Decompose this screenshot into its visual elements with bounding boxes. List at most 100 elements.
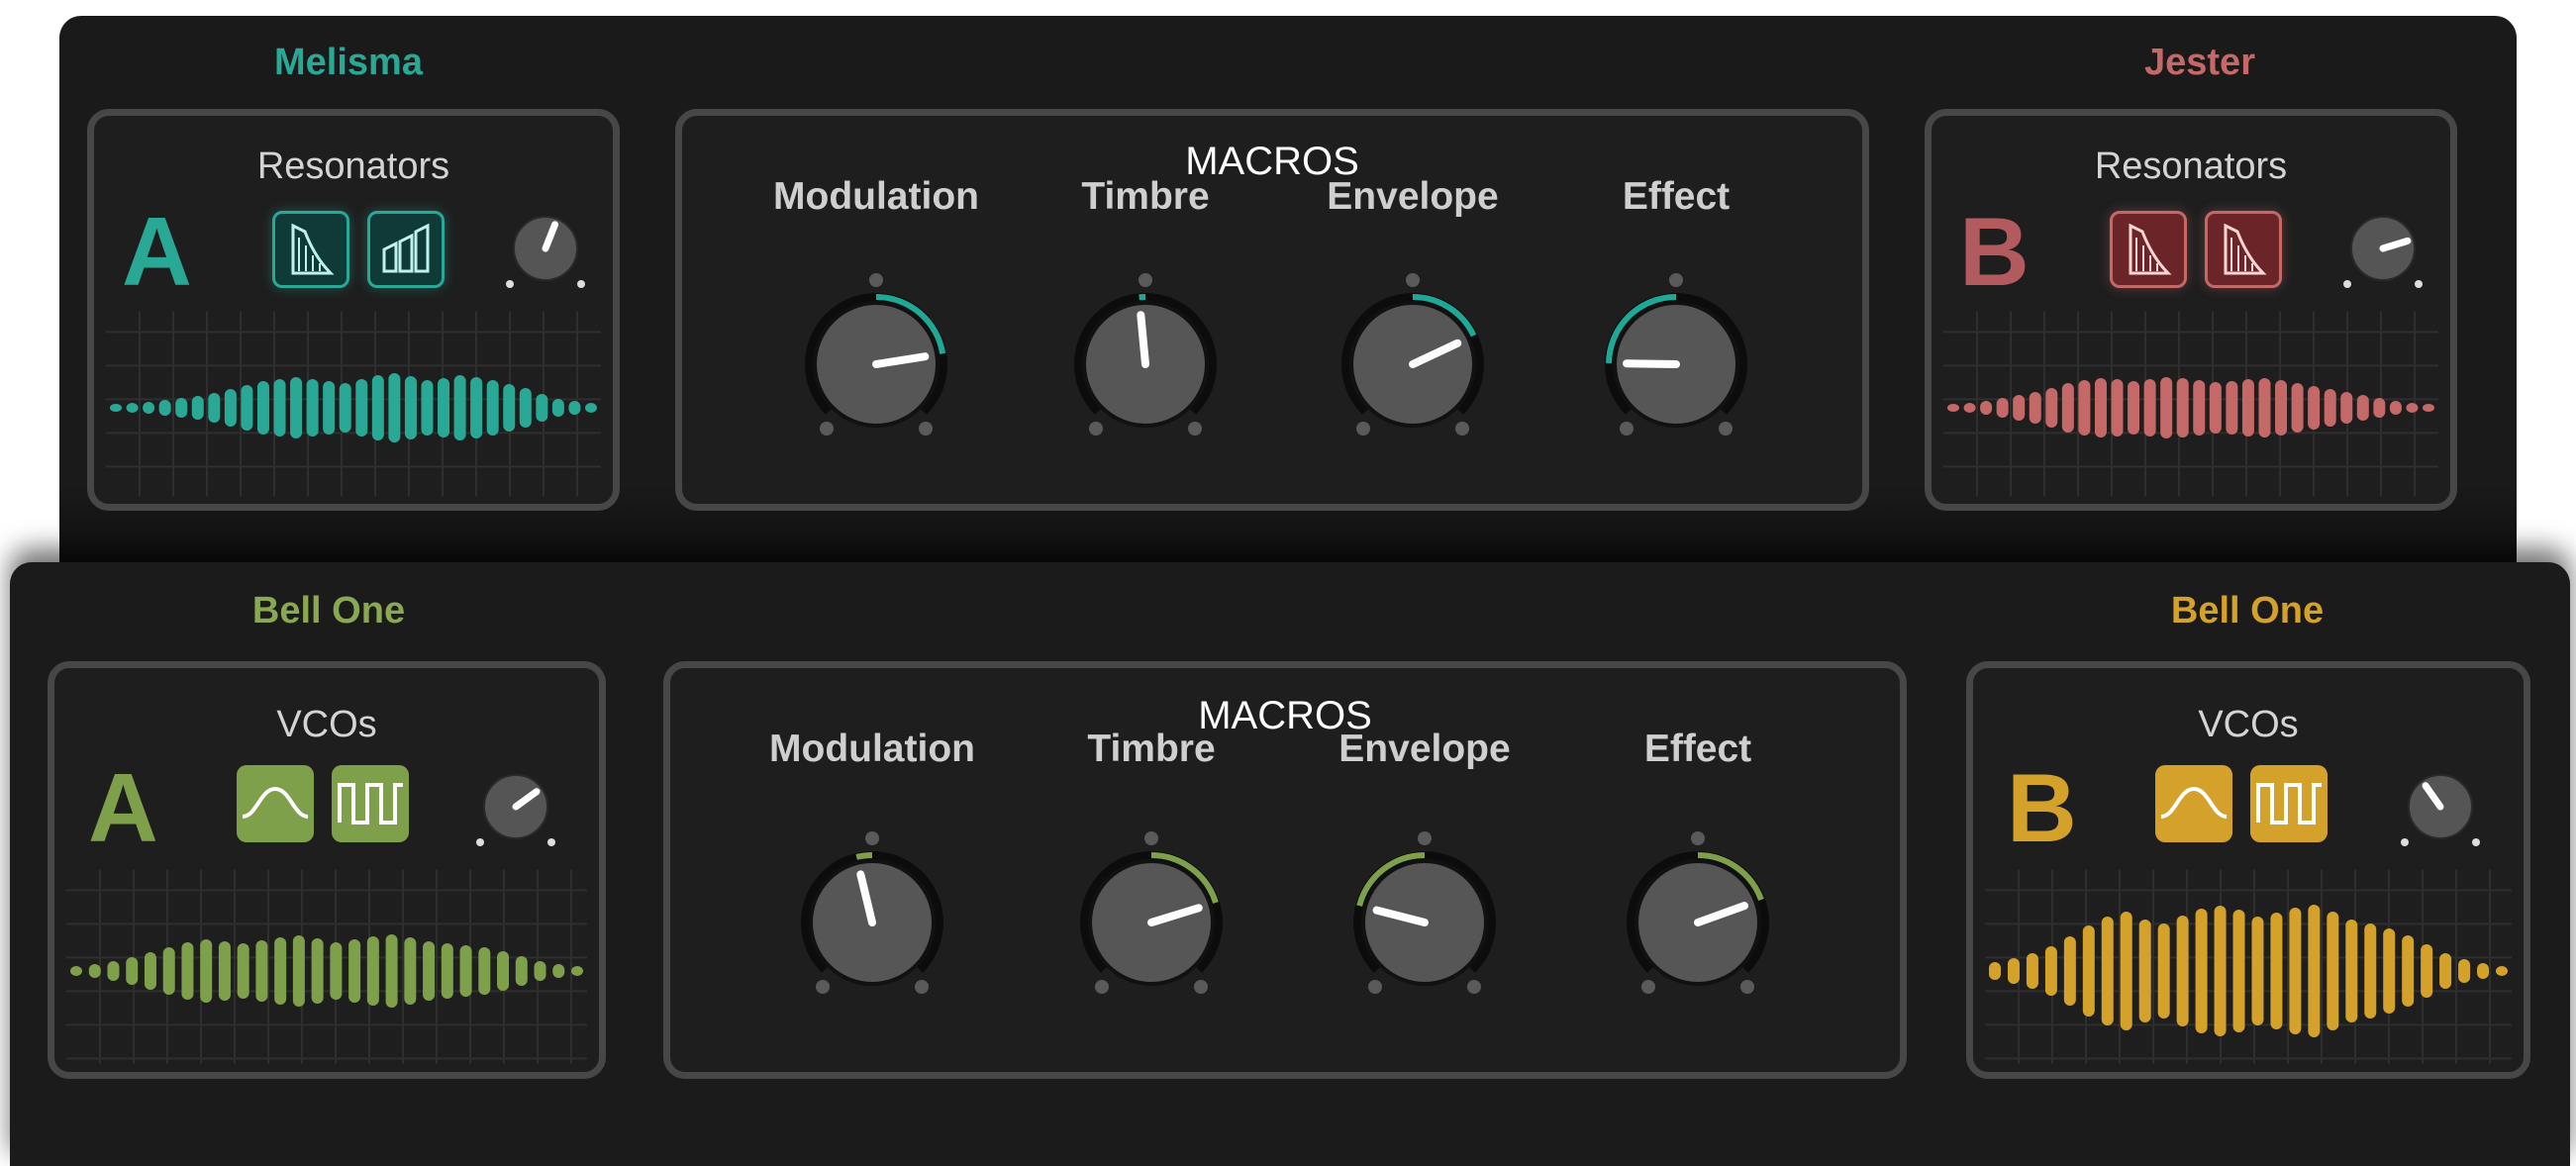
waveform-bar — [2078, 380, 2091, 436]
waveform-bar — [534, 961, 546, 981]
macro-label: Modulation — [773, 175, 979, 218]
macro-label: Envelope — [1327, 175, 1499, 218]
waveform-bar — [2406, 403, 2419, 413]
waveform-bar — [2275, 380, 2288, 436]
preset-name-b[interactable]: Bell One — [2138, 590, 2356, 632]
macro-label: Effect — [1643, 728, 1752, 770]
waveform-bar — [519, 388, 532, 428]
waveform-bar — [290, 377, 303, 438]
macro-knob-timbre[interactable] — [1061, 270, 1230, 438]
macro-label: Timbre — [1081, 175, 1210, 218]
waveform-bar — [2226, 381, 2238, 435]
preset-name-a[interactable]: Melisma — [259, 42, 438, 84]
waveform-bar — [1996, 398, 2009, 418]
macro-knob-effect[interactable] — [1614, 828, 1782, 997]
mix-knob-b[interactable] — [2343, 209, 2423, 288]
macro-knob-modulation[interactable] — [788, 828, 956, 997]
waveform-bar — [438, 378, 450, 437]
waveform-display — [1943, 312, 2438, 496]
macro-label: Timbre — [1087, 728, 1216, 770]
waveform-bar — [2373, 398, 2386, 418]
waveform-bar — [2128, 381, 2140, 435]
slot-letter-b: B — [2007, 753, 2077, 862]
waveform-bar — [143, 402, 155, 414]
waveform-bar — [568, 401, 581, 415]
waveform-bar — [255, 940, 268, 1002]
top-instrument-panel: Melisma Jester Resonators A MACROS Modul… — [59, 16, 2517, 649]
vcos-module-b: VCOs B — [1966, 661, 2530, 1079]
waveform-bar — [110, 404, 122, 412]
waveform-bar — [2111, 379, 2124, 437]
waveform-bar — [208, 393, 221, 423]
waveform-bar — [2193, 380, 2206, 436]
waveform-bar — [2007, 958, 2020, 984]
preset-name-b[interactable]: Jester — [2101, 42, 2299, 84]
preset-name-a[interactable]: Bell One — [220, 590, 438, 632]
waveform-bar — [2477, 963, 2490, 979]
macro-knob-envelope[interactable] — [1329, 270, 1497, 438]
waveform-bar — [2013, 395, 2026, 421]
source-tubes-button[interactable] — [367, 211, 445, 288]
waveform-bar — [423, 941, 436, 1001]
source-harp-button[interactable] — [2110, 211, 2187, 288]
waveform-bar — [404, 376, 417, 439]
macro-label: Effect — [1622, 175, 1731, 218]
mix-knob-a[interactable] — [476, 767, 555, 846]
waveform-bar — [421, 380, 434, 436]
waveform-bar — [497, 951, 510, 991]
waveform-bar — [2026, 953, 2038, 989]
module-title: Resonators — [256, 146, 450, 187]
waveform-bar — [2044, 946, 2057, 996]
waveform-display — [66, 870, 587, 1064]
waveform-bar — [2251, 917, 2264, 1025]
waveform-bar — [2045, 388, 2058, 428]
source-harp-button[interactable] — [272, 211, 349, 288]
waveform-bar — [2176, 378, 2189, 437]
waveform-bar — [552, 964, 565, 978]
waveform-bar — [2345, 920, 2358, 1022]
source-sine-button[interactable] — [237, 765, 314, 842]
macro-knob-timbre[interactable] — [1067, 828, 1236, 997]
waveform-bar — [2143, 379, 2156, 437]
macro-label: Envelope — [1338, 728, 1511, 770]
waveform-bar — [1947, 404, 1959, 412]
mix-knob-b[interactable] — [2401, 767, 2480, 846]
waveform-bar — [551, 399, 564, 417]
waveform-bar — [2458, 959, 2471, 983]
waveform-bar — [2340, 392, 2353, 424]
waveform-bar — [126, 403, 139, 413]
source-sine-button[interactable] — [2155, 765, 2232, 842]
waveform-bar — [256, 381, 269, 435]
macro-knob-modulation[interactable] — [792, 270, 960, 438]
waveform-bar — [162, 947, 175, 995]
source-square-button[interactable] — [332, 765, 409, 842]
waveform-bar — [2291, 383, 2304, 433]
macros-panel-top: MACROS Modulation Timbre Envelope Effect — [675, 109, 1869, 511]
source-harp-button-2[interactable] — [2205, 211, 2282, 288]
waveform-bar — [2120, 912, 2132, 1030]
resonators-module-a: Resonators A — [87, 109, 620, 511]
waveform-bar — [2402, 935, 2415, 1007]
waveform-bar — [388, 373, 401, 442]
waveform-bar — [224, 389, 237, 427]
macro-knob-envelope[interactable] — [1340, 828, 1509, 997]
mix-knob-a[interactable] — [506, 209, 585, 288]
waveform-bar — [503, 384, 516, 432]
waveform-bar — [2061, 383, 2074, 433]
macro-knob-effect[interactable] — [1592, 270, 1760, 438]
square-wave-icon — [2256, 783, 2322, 825]
waveform-bar — [2209, 382, 2222, 434]
waveform-bar — [2138, 920, 2151, 1022]
waveform-bar — [371, 375, 384, 440]
source-square-button[interactable] — [2250, 765, 2328, 842]
waveform-bar — [441, 943, 453, 999]
waveform-bar — [2094, 378, 2107, 437]
waveform-bar — [355, 379, 368, 437]
waveform-bar — [158, 400, 171, 416]
waveform-bar — [339, 383, 351, 433]
waveform-bar — [2364, 923, 2377, 1019]
waveform-bar — [2308, 905, 2321, 1037]
waveform-bar — [2101, 917, 2114, 1025]
waveform-bar — [175, 398, 188, 418]
slot-letter-a: A — [88, 753, 158, 862]
